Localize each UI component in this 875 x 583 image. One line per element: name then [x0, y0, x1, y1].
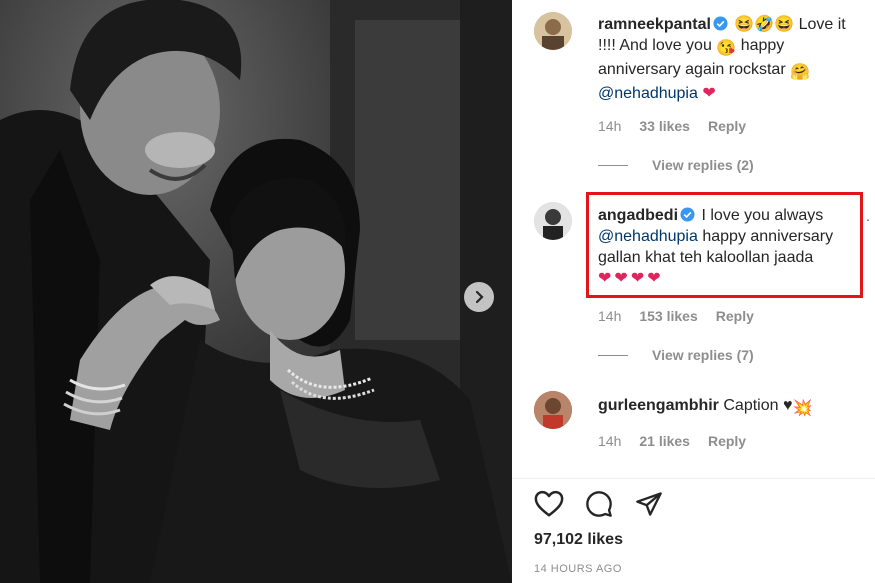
- post-actions: [534, 490, 664, 518]
- verified-badge-icon: [713, 16, 728, 31]
- highlight-box: [586, 192, 863, 298]
- post-timestamp[interactable]: 14 HOURS AGO: [534, 563, 622, 575]
- avatar-image: [534, 391, 572, 429]
- hugging-emoji-icon: 🤗: [790, 64, 811, 81]
- avatar[interactable]: [534, 12, 572, 50]
- heart-like-icon[interactable]: [534, 490, 564, 518]
- comment-time[interactable]: 14h: [598, 118, 621, 134]
- view-replies-label: View replies (2): [652, 157, 754, 173]
- comment-meta: 14h 153 likes Reply: [598, 308, 754, 324]
- divider-dash: [598, 164, 628, 166]
- comment-username[interactable]: ramneekpantal: [598, 16, 711, 33]
- reply-button[interactable]: Reply: [716, 308, 754, 324]
- view-replies-button[interactable]: View replies (7): [598, 347, 754, 363]
- collision-emoji-icon: 💥: [792, 400, 813, 417]
- comment-meta: 14h 21 likes Reply: [598, 433, 746, 449]
- comment-text: ramneekpantal 😆🤣😆 Love it !!!! And love …: [598, 14, 860, 104]
- avatar-image: [534, 202, 572, 240]
- couple-photo-illustration: [0, 0, 512, 583]
- actions-divider: [512, 478, 875, 479]
- comment-username[interactable]: gurleengambhir: [598, 397, 719, 414]
- comment-likes[interactable]: 33 likes: [639, 118, 690, 134]
- comment-emojis: 😆🤣😆: [734, 16, 795, 33]
- comment-bubble-icon[interactable]: [584, 490, 614, 518]
- share-paper-plane-icon[interactable]: [634, 490, 664, 518]
- avatar-image: [534, 12, 572, 50]
- post-likes-count[interactable]: 97,102 likes: [534, 531, 623, 549]
- comment-likes[interactable]: 21 likes: [639, 433, 690, 449]
- reply-button[interactable]: Reply: [708, 433, 746, 449]
- comment-likes[interactable]: 153 likes: [639, 308, 697, 324]
- divider-dash: [598, 354, 628, 356]
- next-photo-button[interactable]: [464, 282, 494, 312]
- comment-text: gurleengambhir Caption ♥💥: [598, 395, 860, 419]
- view-replies-button[interactable]: View replies (2): [598, 157, 754, 173]
- chevron-right-icon: [475, 290, 484, 304]
- heart-icon: ❤: [702, 85, 716, 102]
- comment-time[interactable]: 14h: [598, 433, 621, 449]
- reply-button[interactable]: Reply: [708, 118, 746, 134]
- comment-time[interactable]: 14h: [598, 308, 621, 324]
- view-replies-label: View replies (7): [652, 347, 754, 363]
- avatar[interactable]: [534, 391, 572, 429]
- comment-meta: 14h 33 likes Reply: [598, 118, 746, 134]
- more-dot-icon: .: [866, 208, 870, 224]
- wink-kiss-emoji-icon: 😘: [716, 40, 737, 57]
- post-photo[interactable]: [0, 0, 512, 583]
- comment-body-1: Caption: [723, 397, 779, 414]
- avatar[interactable]: [534, 202, 572, 240]
- comment-mention[interactable]: @nehadhupia: [598, 85, 698, 102]
- black-heart-icon: ♥: [782, 397, 793, 414]
